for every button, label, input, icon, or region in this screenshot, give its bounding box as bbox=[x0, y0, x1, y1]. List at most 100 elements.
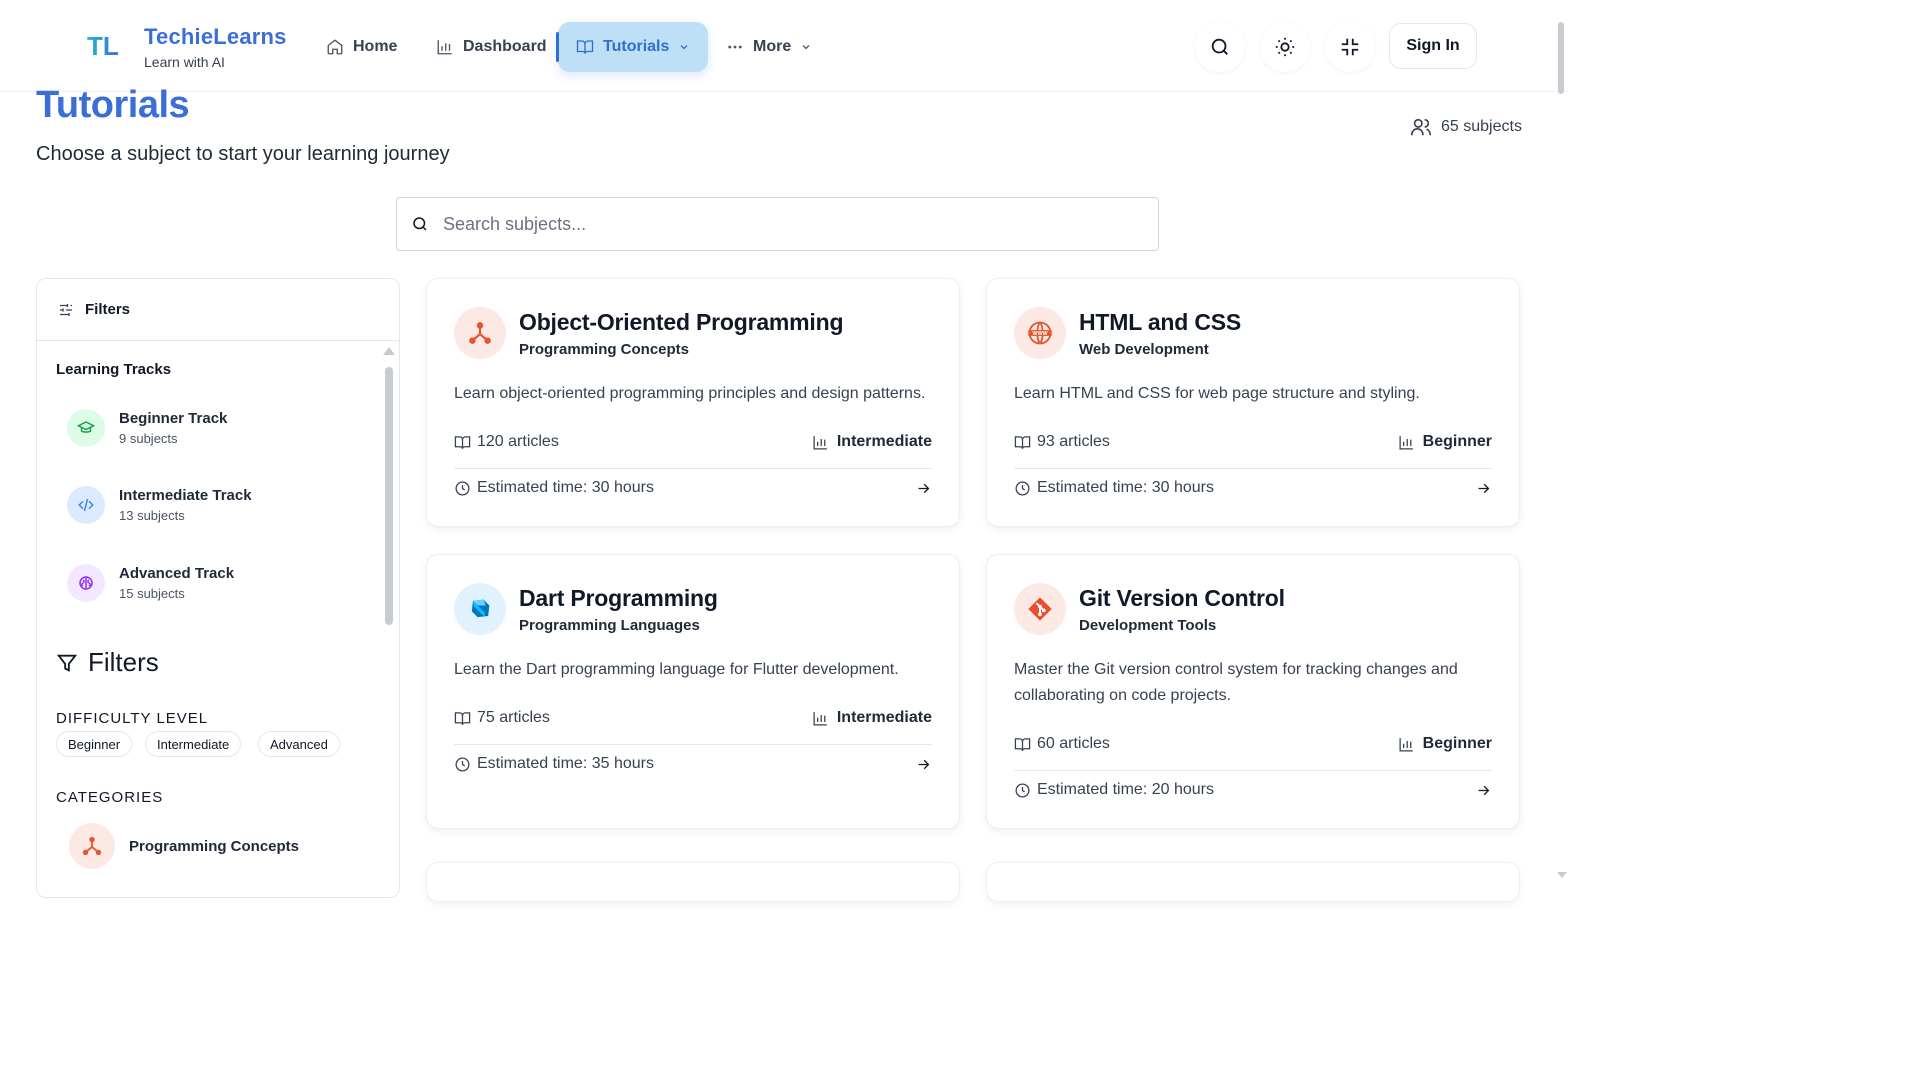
difficulty-chip-beginner[interactable]: Beginner bbox=[56, 731, 133, 757]
funnel-icon bbox=[56, 654, 78, 672]
card-time-label: Estimated time: 30 hours bbox=[477, 479, 654, 496]
card-description: Learn the Dart programming language for … bbox=[454, 661, 899, 678]
sun-icon bbox=[1275, 37, 1295, 57]
brand-tagline: Learn with AI bbox=[144, 54, 225, 70]
filters-heading: Filters bbox=[56, 647, 159, 678]
track-beginner[interactable]: Beginner Track 9 subjects bbox=[67, 409, 227, 447]
card-level-label: Beginner bbox=[1422, 735, 1492, 752]
chevron-down-icon bbox=[680, 45, 688, 50]
track-count: 15 subjects bbox=[119, 586, 185, 601]
card-title[interactable]: HTML and CSS bbox=[1079, 309, 1241, 336]
page-scrollbar-thumb[interactable] bbox=[1558, 22, 1564, 94]
network-icon bbox=[69, 823, 115, 869]
top-navbar: TL TechieLearns Learn with AI Home Dashb… bbox=[0, 0, 1568, 92]
sidebar-header-label: Filters bbox=[85, 301, 131, 318]
search-icon bbox=[1211, 38, 1228, 55]
card-time-label: Estimated time: 20 hours bbox=[1037, 781, 1214, 798]
bar-chart-icon bbox=[437, 40, 452, 55]
card-meta: 120 articles Intermediate bbox=[454, 433, 932, 451]
nav-more[interactable]: More bbox=[726, 22, 812, 72]
card-divider bbox=[1014, 468, 1492, 469]
learning-tracks-heading: Learning Tracks bbox=[56, 361, 172, 378]
subject-card-git[interactable]: Git Version Control Development Tools Ma… bbox=[986, 554, 1520, 829]
graduation-cap-icon bbox=[67, 409, 105, 447]
card-level-label: Intermediate bbox=[836, 709, 932, 726]
network-icon bbox=[454, 307, 506, 359]
dart-logo-icon bbox=[454, 583, 506, 635]
nav-dashboard[interactable]: Dashboard bbox=[436, 22, 547, 72]
more-horizontal-icon bbox=[728, 45, 742, 49]
card-articles-count: 93 articles bbox=[1037, 433, 1110, 450]
track-count: 9 subjects bbox=[119, 431, 178, 446]
arrow-right-icon[interactable] bbox=[1475, 782, 1492, 799]
bar-chart-icon bbox=[813, 711, 827, 726]
clock-icon bbox=[455, 480, 470, 496]
sidebar-scroll-up-arrow[interactable] bbox=[383, 347, 395, 355]
arrow-right-icon[interactable] bbox=[915, 756, 932, 773]
page-subtitle: Choose a subject to start your learning … bbox=[36, 143, 450, 165]
page-title: Tutorials bbox=[36, 84, 190, 126]
subject-card-partial[interactable] bbox=[986, 862, 1520, 902]
card-level: Beginner bbox=[1398, 735, 1492, 753]
bar-chart-icon bbox=[1399, 737, 1413, 752]
difficulty-chip-intermediate[interactable]: Intermediate bbox=[145, 731, 242, 757]
logo-icon[interactable]: TL bbox=[86, 30, 126, 62]
card-articles: 75 articles bbox=[454, 709, 550, 727]
filters-sidebar: Filters Learning Tracks Beginner Track 9… bbox=[36, 278, 400, 898]
page-scrollbar[interactable] bbox=[1556, 0, 1568, 882]
sign-in-button[interactable]: Sign In bbox=[1389, 23, 1477, 69]
subject-search[interactable] bbox=[396, 197, 1159, 251]
subject-card-html-css[interactable]: WWW HTML and CSS Web Development Learn H… bbox=[986, 278, 1520, 527]
sidebar-scrollbar[interactable] bbox=[383, 345, 395, 625]
sidebar-scrollbar-thumb[interactable] bbox=[385, 367, 393, 625]
card-articles: 93 articles bbox=[1014, 433, 1110, 451]
card-divider bbox=[454, 744, 932, 745]
card-category: Web Development bbox=[1079, 341, 1209, 358]
brand-name[interactable]: TechieLearns bbox=[144, 24, 287, 50]
card-title[interactable]: Object-Oriented Programming bbox=[519, 309, 844, 336]
minimize-icon bbox=[1341, 38, 1359, 56]
card-time-label: Estimated time: 35 hours bbox=[477, 755, 654, 772]
track-count: 13 subjects bbox=[119, 508, 185, 523]
category-programming-concepts[interactable]: Programming Concepts bbox=[69, 823, 299, 869]
arrow-right-icon[interactable] bbox=[915, 480, 932, 497]
card-category: Programming Languages bbox=[519, 617, 700, 634]
search-input[interactable] bbox=[443, 213, 1123, 235]
sliders-icon bbox=[60, 303, 72, 316]
track-advanced[interactable]: Advanced Track 15 subjects bbox=[67, 564, 234, 602]
card-category: Development Tools bbox=[1079, 617, 1217, 634]
fullscreen-button[interactable] bbox=[1325, 22, 1375, 72]
difficulty-chip-advanced[interactable]: Advanced bbox=[258, 731, 340, 757]
clock-icon bbox=[1015, 480, 1030, 496]
card-meta: 60 articles Beginner bbox=[1014, 735, 1492, 753]
subject-count: 65 subjects bbox=[1410, 116, 1522, 138]
nav-home[interactable]: Home bbox=[326, 22, 397, 72]
page-scroll-down-arrow[interactable] bbox=[1557, 872, 1567, 878]
brand[interactable]: TechieLearns Learn with AI bbox=[144, 24, 287, 70]
subject-card-dart[interactable]: Dart Programming Programming Languages L… bbox=[426, 554, 960, 829]
card-footer: Estimated time: 30 hours bbox=[1014, 479, 1492, 497]
card-meta: 75 articles Intermediate bbox=[454, 709, 932, 727]
search-button[interactable] bbox=[1195, 22, 1245, 72]
card-title[interactable]: Git Version Control bbox=[1079, 585, 1285, 612]
bar-chart-icon bbox=[813, 435, 827, 450]
book-open-icon bbox=[1014, 435, 1031, 449]
card-time: Estimated time: 30 hours bbox=[1014, 479, 1214, 497]
theme-toggle-button[interactable] bbox=[1260, 22, 1310, 72]
nav-more-label: More bbox=[753, 38, 792, 55]
subject-card-oop[interactable]: Object-Oriented Programming Programming … bbox=[426, 278, 960, 527]
card-divider bbox=[454, 468, 932, 469]
search-icon bbox=[413, 217, 427, 231]
track-name: Beginner Track bbox=[119, 410, 228, 427]
track-name: Advanced Track bbox=[119, 565, 235, 582]
card-time: Estimated time: 30 hours bbox=[454, 479, 654, 497]
nav-tutorials[interactable]: Tutorials bbox=[556, 22, 708, 72]
categories-label: CATEGORIES bbox=[56, 789, 164, 806]
arrow-right-icon[interactable] bbox=[1475, 480, 1492, 497]
card-time: Estimated time: 35 hours bbox=[454, 755, 654, 773]
track-intermediate[interactable]: Intermediate Track 13 subjects bbox=[67, 486, 252, 524]
subject-card-partial[interactable] bbox=[426, 862, 960, 902]
sidebar-header[interactable]: Filters bbox=[37, 279, 399, 341]
brain-icon bbox=[67, 564, 105, 602]
card-title[interactable]: Dart Programming bbox=[519, 585, 718, 612]
